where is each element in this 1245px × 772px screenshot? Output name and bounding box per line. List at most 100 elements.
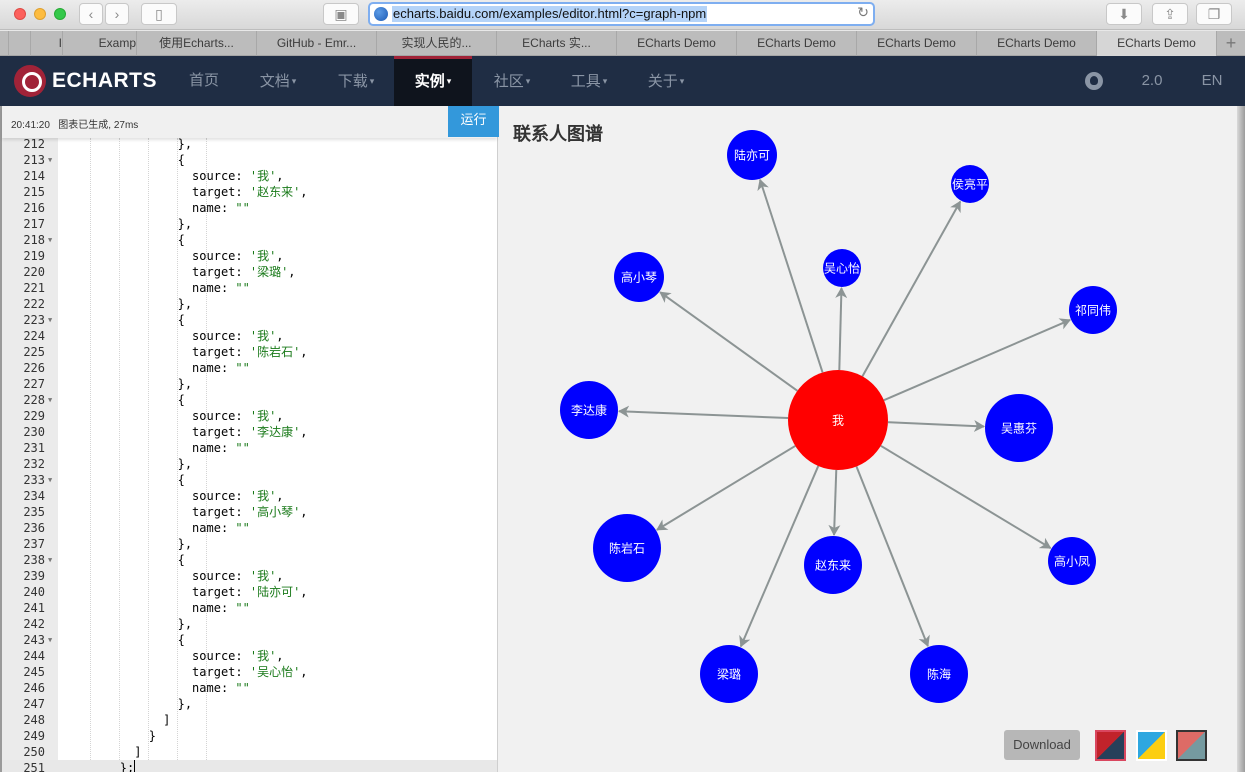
code-line[interactable]: 217 }, (2, 216, 497, 232)
fold-toggle-icon[interactable]: ▼ (48, 392, 52, 408)
fold-toggle-icon[interactable]: ▼ (48, 312, 52, 328)
graph-edge[interactable] (855, 466, 930, 648)
fold-toggle-icon[interactable]: ▼ (48, 152, 52, 168)
graph-node[interactable]: 祁同伟 (1069, 286, 1117, 334)
tab[interactable]: 使用Echarts... (137, 31, 257, 56)
tab[interactable] (0, 31, 9, 56)
graph-node[interactable]: 陆亦可 (727, 130, 777, 180)
graph-node[interactable]: 高小凤 (1048, 537, 1096, 585)
tab[interactable]: ECharts Demo (737, 31, 857, 56)
code-line[interactable]: 245 target: '吴心怡', (2, 664, 497, 680)
code-line[interactable]: 223 ▼ { (2, 312, 497, 328)
graph-edge[interactable] (659, 291, 798, 392)
code-line[interactable]: 219 source: '我', (2, 248, 497, 264)
code-line[interactable]: 251 }; (2, 760, 497, 772)
theme-default-button[interactable] (1095, 730, 1126, 761)
nav-item-about[interactable]: 关于 ▾ (636, 56, 696, 106)
code-line[interactable]: 214 source: '我', (2, 168, 497, 184)
graph-edge[interactable] (757, 178, 824, 373)
code-line[interactable]: 226 name: "" (2, 360, 497, 376)
code-line[interactable]: 237 }, (2, 536, 497, 552)
code-line[interactable]: 231 name: "" (2, 440, 497, 456)
reader-button[interactable]: ▣ (323, 3, 359, 25)
graph-edge[interactable] (861, 200, 962, 377)
code-line[interactable]: 222 }, (2, 296, 497, 312)
theme-dark-button[interactable] (1176, 730, 1207, 761)
nav-item-community[interactable]: 社区 ▾ (482, 56, 542, 106)
code-line[interactable]: 232 }, (2, 456, 497, 472)
fold-toggle-icon[interactable]: ▼ (48, 232, 52, 248)
zoom-window-button[interactable] (54, 8, 66, 20)
graph-node[interactable]: 赵东来 (804, 536, 862, 594)
tab[interactable]: 实现人民的... (377, 31, 497, 56)
graph-node-center[interactable]: 我 (788, 370, 888, 470)
graph-edge[interactable] (835, 286, 848, 371)
download-button[interactable]: Download (1004, 730, 1080, 760)
code-line[interactable]: 243 ▼ { (2, 632, 497, 648)
graph-node[interactable]: 梁璐 (700, 645, 758, 703)
code-line[interactable]: 249 } (2, 728, 497, 744)
address-bar[interactable]: echarts.baidu.com/examples/editor.html?c… (368, 2, 875, 26)
nav-item-download[interactable]: 下载 ▾ (326, 56, 386, 106)
new-tab-button[interactable]: + (1217, 31, 1245, 56)
code-line[interactable]: 233 ▼ { (2, 472, 497, 488)
tab[interactable]: ECharts 实... (497, 31, 617, 56)
graph-node[interactable]: 陈海 (910, 645, 968, 703)
graph-node[interactable]: 陈岩石 (593, 514, 661, 582)
nav-item-tools[interactable]: 工具 ▾ (559, 56, 619, 106)
code-line[interactable]: 246 name: "" (2, 680, 497, 696)
code-line[interactable]: 230 target: '李达康', (2, 424, 497, 440)
code-line[interactable]: 224 source: '我', (2, 328, 497, 344)
run-button[interactable]: 运行 (448, 106, 499, 137)
fold-toggle-icon[interactable]: ▼ (48, 472, 52, 488)
code-line[interactable]: 238 ▼ { (2, 552, 497, 568)
close-window-button[interactable] (14, 8, 26, 20)
tab[interactable]: ECharts Demo (617, 31, 737, 56)
code-line[interactable]: 240 target: '陆亦可', (2, 584, 497, 600)
graph-edge[interactable] (617, 405, 789, 419)
code-line[interactable]: 218 ▼ { (2, 232, 497, 248)
forward-button[interactable]: › (105, 3, 129, 25)
tab[interactable]: ECharts Demo (977, 31, 1097, 56)
code-line[interactable]: 244 source: '我', (2, 648, 497, 664)
code-line[interactable]: 212 }, (2, 138, 497, 152)
url-text[interactable]: echarts.baidu.com/examples/editor.html?c… (392, 6, 708, 22)
tab[interactable]: I (31, 31, 63, 56)
code-line[interactable]: 227 }, (2, 376, 497, 392)
fold-toggle-icon[interactable]: ▼ (48, 632, 52, 648)
version-link[interactable]: 2.0 (1132, 56, 1172, 106)
nav-item-examples[interactable]: 实例 ▾ (394, 56, 472, 106)
nav-item-docs[interactable]: 文档 ▾ (248, 56, 308, 106)
back-button[interactable]: ‹ (79, 3, 103, 25)
graph-node[interactable]: 侯亮平 (951, 165, 989, 203)
code-line[interactable]: 228 ▼ { (2, 392, 497, 408)
code-line[interactable]: 250 ] (2, 744, 497, 760)
code-line[interactable]: 234 source: '我', (2, 488, 497, 504)
nav-item-home[interactable]: 首页 (178, 56, 230, 106)
tab[interactable]: ECharts Demo (857, 31, 977, 56)
tab-active[interactable]: ECharts Demo (1097, 31, 1217, 56)
graph-chart[interactable]: 我 陆亦可侯亮平吴心怡高小琴祁同伟李达康吴惠芬陈岩石赵东来 高小凤梁璐 陈海 (498, 106, 1238, 772)
language-link[interactable]: EN (1192, 56, 1232, 106)
code-line[interactable]: 247 }, (2, 696, 497, 712)
code-line[interactable]: 248 ] (2, 712, 497, 728)
reload-icon[interactable]: ↻ (857, 4, 869, 21)
show-tabs-button[interactable]: ❐ (1196, 3, 1232, 25)
graph-edge[interactable] (656, 445, 796, 531)
code-line[interactable]: 236 name: "" (2, 520, 497, 536)
share-button[interactable]: ⇪ (1152, 3, 1188, 25)
graph-node[interactable]: 高小琴 (614, 252, 664, 302)
code-line[interactable]: 220 target: '梁璐', (2, 264, 497, 280)
graph-edge[interactable] (828, 469, 841, 537)
code-line[interactable]: 225 target: '陈岩石', (2, 344, 497, 360)
fold-toggle-icon[interactable]: ▼ (48, 552, 52, 568)
code-line[interactable]: 242 }, (2, 616, 497, 632)
echarts-logo-icon[interactable] (14, 65, 46, 97)
github-icon[interactable] (1085, 72, 1103, 90)
tab[interactable]: Examp (63, 31, 137, 56)
theme-light-button[interactable] (1136, 730, 1167, 761)
graph-edge[interactable] (887, 420, 986, 433)
code-line[interactable]: 215 target: '赵东来', (2, 184, 497, 200)
code-line[interactable]: 241 name: "" (2, 600, 497, 616)
sidebar-button[interactable]: ▯ (141, 3, 177, 25)
